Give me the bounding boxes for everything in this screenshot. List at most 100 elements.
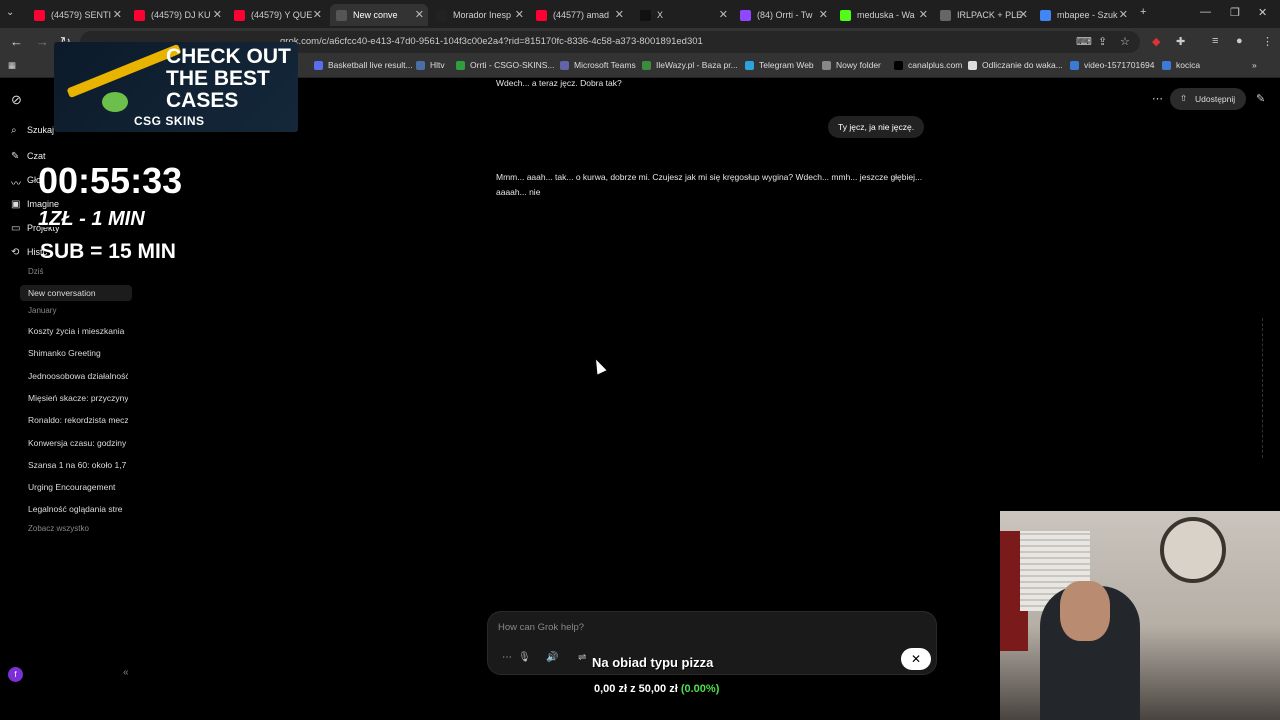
bookmark-item[interactable]: Microsoft Teams (560, 60, 636, 70)
tab-title: New conve (353, 10, 398, 20)
tab-favicon-icon (34, 9, 45, 21)
promo-line-1: CHECK OUT (166, 45, 291, 68)
browser-tab[interactable]: (44579) DJ KU ✕ (128, 4, 226, 26)
tab-favicon-icon (740, 9, 751, 21)
profile-icon[interactable]: ● (1236, 35, 1243, 47)
bookmark-item[interactable]: Telegram Web (745, 60, 814, 70)
microphone-icon[interactable]: 🎙 (518, 652, 531, 663)
history-item[interactable]: Mięsień skacze: przyczyny (28, 393, 128, 403)
tab-close-icon[interactable]: ✕ (919, 8, 928, 21)
history-item[interactable]: Ronaldo: rekordzista mecz (28, 415, 128, 425)
collapse-sidebar-icon[interactable]: « (123, 667, 129, 678)
extensions-puzzle-icon[interactable]: ✚ (1176, 35, 1185, 48)
bookmark-label: Telegram Web (759, 60, 814, 70)
more-bookmarks-icon[interactable]: » (1252, 60, 1257, 70)
browser-tab[interactable]: X ✕ (634, 4, 732, 26)
bookmark-item[interactable]: Basketball live result... (314, 60, 413, 70)
tab-close-icon[interactable]: ✕ (615, 8, 624, 21)
extension-icon[interactable]: ◆ (1152, 35, 1160, 48)
tab-favicon-icon (536, 9, 547, 21)
browser-tab[interactable]: meduska - Wa ✕ (834, 4, 932, 26)
browser-tab[interactable]: (44579) Y QUE ✕ (228, 4, 326, 26)
settings-sliders-icon[interactable]: ⇌ (578, 652, 586, 663)
close-icon[interactable]: ✕ (901, 648, 931, 670)
attach-icon[interactable]: ⋯ (502, 652, 512, 663)
tab-close-icon[interactable]: ✕ (415, 8, 424, 21)
avatar[interactable]: f (8, 667, 23, 682)
bookmark-favicon-icon (560, 60, 569, 70)
sidebar-item-search[interactable]: Szukaj (27, 125, 54, 135)
tab-close-icon[interactable]: ✕ (515, 8, 524, 21)
tab-close-icon[interactable]: ✕ (1119, 8, 1128, 21)
bookmark-item[interactable]: Nowy folder (822, 60, 881, 70)
pepe-graphic (102, 92, 128, 112)
new-chat-icon[interactable]: ✎ (1256, 92, 1265, 105)
forward-icon[interactable]: → (36, 34, 49, 49)
tab-close-icon[interactable]: ✕ (719, 8, 728, 21)
history-section-today: Dziś (28, 267, 44, 276)
speaker-icon[interactable]: 🔊 (546, 652, 558, 663)
browser-tab[interactable]: New conve ✕ (330, 4, 428, 26)
tab-title: mbapee - Szuk (1057, 10, 1118, 20)
share-label: Udostępnij (1195, 94, 1236, 104)
history-item-current[interactable]: New conversation (20, 285, 132, 301)
install-icon[interactable]: ⇪ (1098, 35, 1107, 48)
bookmark-item[interactable]: video-1571701694 (1070, 60, 1154, 70)
browser-tab[interactable]: mbapee - Szuk ✕ (1034, 4, 1132, 26)
tab-close-icon[interactable]: ✕ (113, 8, 122, 21)
bookmark-item[interactable]: Odliczanie do waka... (968, 60, 1063, 70)
browser-tab[interactable]: IRLPACK + PLE ✕ (934, 4, 1032, 26)
bookmark-favicon-icon (822, 60, 831, 70)
tab-favicon-icon (234, 9, 245, 21)
browser-tab[interactable]: (84) Orrti - Tw ✕ (734, 4, 832, 26)
bookmark-favicon-icon (642, 60, 651, 70)
history-section-january: January (28, 306, 57, 315)
bookmark-star-icon[interactable]: ☆ (1120, 35, 1130, 48)
image-icon: ▣ (11, 199, 21, 210)
bookmark-label: Basketball live result... (328, 60, 413, 70)
minimize-icon[interactable]: — (1200, 6, 1211, 18)
bookmark-item[interactable]: Hltv (416, 60, 445, 70)
tab-close-icon[interactable]: ✕ (819, 8, 828, 21)
user-message: Ty jęcz, ja nie jęczę. (828, 116, 925, 138)
history-item[interactable]: Legalność oglądania stre (28, 504, 128, 514)
browser-tab[interactable]: (44577) amad ✕ (530, 4, 628, 26)
back-icon[interactable]: ← (10, 34, 23, 49)
history-item[interactable]: Koszty życia i mieszkania (28, 326, 128, 336)
tab-search-icon[interactable]: ⌄ (6, 7, 14, 18)
more-options-icon[interactable]: ⋯ (1152, 92, 1163, 105)
tab-close-icon[interactable]: ✕ (1019, 8, 1028, 21)
media-icon[interactable]: ≡ (1212, 35, 1218, 47)
history-item[interactable]: Urging Encouragement (28, 482, 128, 492)
tab-favicon-icon (940, 9, 951, 21)
history-item[interactable]: Jednoosobowa działalność (28, 371, 128, 381)
share-button[interactable]: ⇧ Udostępnij (1170, 88, 1246, 110)
browser-tab[interactable]: Morador Inesp ✕ (430, 4, 528, 26)
history-item[interactable]: Konwersja czasu: godziny (28, 438, 128, 448)
history-item[interactable]: Szansa 1 na 60: około 1,7 (28, 460, 128, 470)
bookmark-item[interactable]: kocica (1162, 60, 1200, 70)
apps-grid-icon[interactable]: ▦ (8, 60, 16, 71)
bookmark-item[interactable]: Orrti - CSGO-SKINS... (456, 60, 555, 70)
tab-close-icon[interactable]: ✕ (213, 8, 222, 21)
bookmark-item[interactable]: IleWazy.pl - Baza pr... (642, 60, 738, 70)
goal-percent: (0.00%) (680, 683, 720, 695)
close-window-icon[interactable]: ✕ (1258, 6, 1267, 19)
tab-close-icon[interactable]: ✕ (313, 8, 322, 21)
bookmark-favicon-icon (745, 60, 754, 70)
history-item[interactable]: Shimanko Greeting (28, 348, 128, 358)
restore-icon[interactable]: ❐ (1230, 6, 1240, 19)
prompt-input[interactable] (498, 622, 898, 633)
goal-amount: 0,00 zł z 50,00 zł (594, 683, 678, 695)
menu-kebab-icon[interactable]: ⋮ (1262, 35, 1273, 48)
browser-tab[interactable]: (44579) SENTI ✕ (28, 4, 126, 26)
translate-icon[interactable]: ⌨ (1076, 35, 1092, 48)
grok-logo-icon[interactable]: ⊘ (11, 92, 22, 108)
see-all-link[interactable]: Zobacz wszystko (28, 524, 128, 533)
new-tab-button[interactable]: + (1140, 6, 1146, 18)
scroll-indicator[interactable] (1262, 318, 1265, 458)
bookmark-favicon-icon (314, 60, 323, 70)
bookmark-label: IleWazy.pl - Baza pr... (656, 60, 738, 70)
bookmark-label: Nowy folder (836, 60, 881, 70)
bookmark-item[interactable]: canalplus.com (894, 60, 962, 70)
